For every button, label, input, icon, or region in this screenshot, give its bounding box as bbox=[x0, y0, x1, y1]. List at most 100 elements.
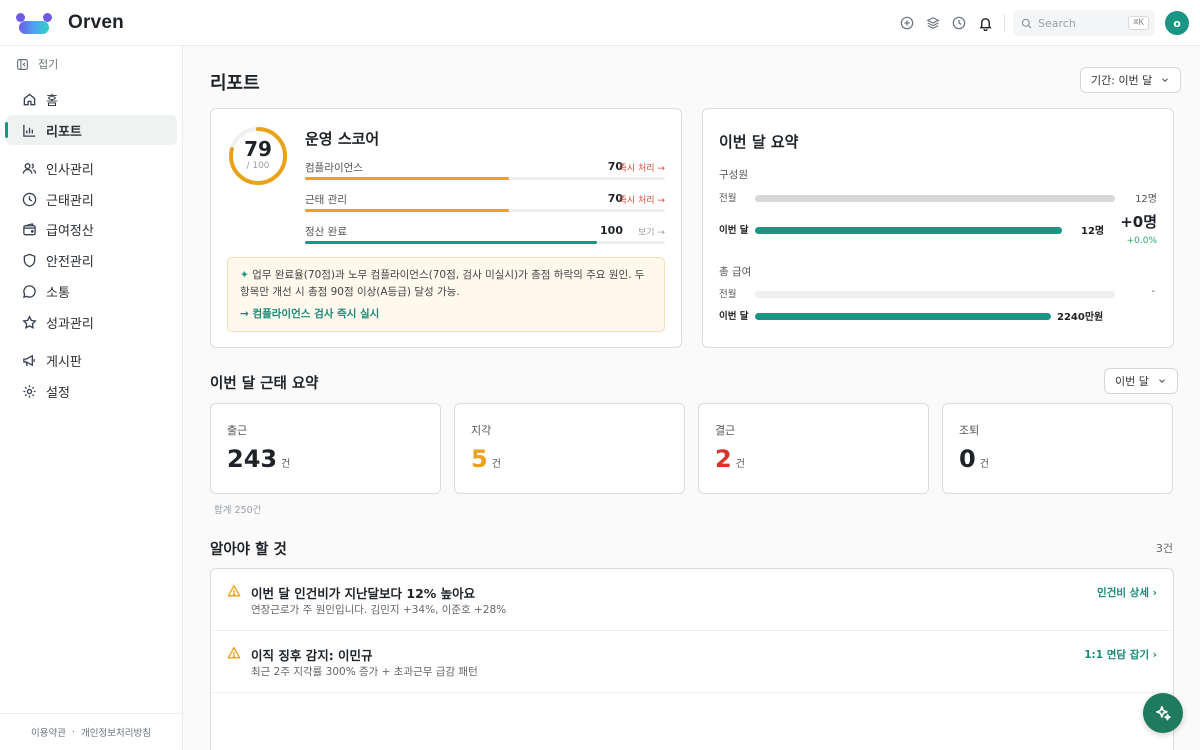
stat-card-late[interactable]: 지각 5건 bbox=[454, 403, 685, 494]
compliance-check-link[interactable]: → 컴플라이언스 검사 즉시 실시 bbox=[240, 306, 379, 321]
headcount-delta-percent: +0.0% bbox=[1126, 236, 1157, 246]
stat-label: 조퇴 bbox=[959, 424, 980, 437]
sidebar: 접기 홈 리포트 인사관리 근태관리 급여정산 안전관리 소통 성과관리 게시판… bbox=[0, 46, 183, 750]
stat-number: 5 bbox=[471, 445, 488, 473]
notice-title: 이번 달 인건비가 지난달보다 12% 높아요 bbox=[251, 586, 476, 601]
sidebar-item-label: 인사관리 bbox=[46, 162, 94, 178]
row-value: 12명 bbox=[1135, 194, 1157, 205]
payroll-prev-row: 전월 - bbox=[719, 286, 1157, 302]
users-icon bbox=[21, 160, 37, 176]
sidebar-item-label: 성과관리 bbox=[46, 316, 94, 332]
stat-unit: 건 bbox=[735, 459, 745, 470]
notices-count: 3건 bbox=[1155, 542, 1173, 555]
metric-track bbox=[305, 177, 665, 180]
row-value: 2240만원 bbox=[1057, 312, 1104, 323]
sidebar-item-reports[interactable]: 리포트 bbox=[5, 115, 177, 145]
sidebar-item-settings[interactable]: 설정 bbox=[6, 376, 177, 406]
summary-title: 이번 달 요약 bbox=[719, 133, 799, 151]
wallet-icon bbox=[21, 221, 37, 237]
stat-label: 출근 bbox=[227, 424, 248, 437]
toolbar-divider bbox=[1004, 14, 1005, 32]
row-value: 12명 bbox=[1081, 226, 1105, 237]
row-label: 전월 bbox=[719, 193, 737, 204]
stat-value: 2건 bbox=[715, 445, 745, 473]
app-name: Orven bbox=[68, 11, 124, 33]
headcount-prev-bar bbox=[755, 195, 1115, 202]
stat-card-absent[interactable]: 결근 2건 bbox=[698, 403, 929, 494]
headcount-label: 구성원 bbox=[719, 169, 748, 181]
period-select-value: 기간: 이번 달 bbox=[1091, 74, 1153, 87]
sidebar-item-board[interactable]: 게시판 bbox=[6, 345, 177, 375]
stat-unit: 건 bbox=[491, 459, 501, 470]
main-content: 리포트 기간: 이번 달 79 / 100 운영 스코어 컴플라이언스 70 즉… bbox=[184, 47, 1200, 750]
footer-separator: · bbox=[72, 726, 76, 738]
stat-value: 0건 bbox=[959, 445, 989, 473]
warning-icon bbox=[227, 647, 241, 659]
sidebar-item-label: 리포트 bbox=[46, 124, 82, 140]
notices-list: 이번 달 인건비가 지난달보다 12% 높아요 연장근로가 주 원인입니다. 김… bbox=[210, 568, 1174, 750]
bell-icon[interactable] bbox=[972, 10, 998, 36]
stat-card-early-leave[interactable]: 조퇴 0건 bbox=[942, 403, 1173, 494]
sidebar-item-home[interactable]: 홈 bbox=[6, 84, 177, 114]
search-input[interactable]: Search ⌘K bbox=[1013, 10, 1155, 36]
sidebar-item-payroll[interactable]: 급여정산 bbox=[6, 214, 177, 244]
terms-link[interactable]: 이용약관 bbox=[31, 725, 66, 739]
list-item[interactable]: 이번 달 인건비가 지난달보다 12% 높아요 연장근로가 주 원인입니다. 김… bbox=[211, 569, 1173, 631]
sidebar-item-safety[interactable]: 안전관리 bbox=[6, 245, 177, 275]
logo-mark-icon bbox=[16, 11, 52, 35]
sidebar-item-attendance[interactable]: 근태관리 bbox=[6, 184, 177, 214]
stat-number: 0 bbox=[959, 445, 976, 473]
score-insight-box: ✦ 업무 완료율(70점)과 노무 컴플라이언스(70점, 검사 미실시)가 총… bbox=[227, 257, 665, 332]
add-circle-icon[interactable] bbox=[894, 10, 920, 36]
list-item[interactable]: 이직 징후 감지: 이민규 최근 2주 지각률 300% 증가 + 초과근무 급… bbox=[211, 631, 1173, 693]
history-clock-icon[interactable] bbox=[946, 10, 972, 36]
sparkle-icon: ✦ bbox=[240, 269, 249, 281]
score-value: 79 bbox=[244, 137, 272, 161]
period-select[interactable]: 기간: 이번 달 bbox=[1080, 67, 1182, 93]
sidebar-item-performance[interactable]: 성과관리 bbox=[6, 307, 177, 337]
sidebar-item-label: 소통 bbox=[46, 285, 70, 301]
stat-number: 243 bbox=[227, 445, 278, 473]
stat-value: 243 건 bbox=[227, 445, 290, 473]
headcount-prev-row: 전월 12명 bbox=[719, 190, 1157, 206]
sidebar-collapse-button[interactable]: 접기 bbox=[16, 56, 58, 72]
notice-title: 이직 징후 감지: 이민규 bbox=[251, 648, 373, 663]
megaphone-icon bbox=[21, 352, 37, 368]
stat-card-checkin[interactable]: 출근 243 건 bbox=[210, 403, 441, 494]
sparkles-icon bbox=[1156, 706, 1171, 721]
chevron-down-icon bbox=[1157, 376, 1167, 386]
operation-score-card: 79 / 100 운영 스코어 컴플라이언스 70 즉시 처리 → 근태 관리 … bbox=[210, 108, 682, 348]
schedule-meeting-link[interactable]: 1:1 면담 잡기 › bbox=[1084, 647, 1157, 662]
row-label: 이번 달 bbox=[719, 225, 749, 236]
chevron-down-icon bbox=[1160, 75, 1170, 85]
metric-compliance: 컴플라이언스 70 즉시 처리 → bbox=[305, 160, 665, 180]
star-icon bbox=[21, 314, 37, 330]
stat-unit: 건 bbox=[979, 459, 989, 470]
stat-unit: 건 bbox=[281, 459, 291, 470]
row-value: - bbox=[1151, 286, 1155, 297]
sidebar-item-communication[interactable]: 소통 bbox=[6, 276, 177, 306]
monthly-summary-card: 이번 달 요약 구성원 전월 12명 이번 달 12명 +0명 +0.0% 총 … bbox=[702, 108, 1174, 348]
attendance-period-select[interactable]: 이번 달 bbox=[1104, 368, 1178, 394]
sidebar-item-label: 게시판 bbox=[46, 354, 82, 370]
layers-icon[interactable] bbox=[920, 10, 946, 36]
privacy-link[interactable]: 개인정보처리방침 bbox=[81, 725, 151, 739]
metric-view-link[interactable]: 보기 → bbox=[638, 225, 665, 238]
ai-assistant-button[interactable] bbox=[1143, 693, 1183, 733]
score-title: 운영 스코어 bbox=[305, 130, 380, 148]
payroll-curr-bar bbox=[755, 313, 1051, 320]
metric-track bbox=[305, 209, 665, 212]
score-max: / 100 bbox=[246, 161, 270, 171]
sidebar-item-label: 설정 bbox=[46, 385, 70, 401]
metric-action-link[interactable]: 즉시 처리 → bbox=[619, 161, 665, 174]
metric-action-link[interactable]: 즉시 처리 → bbox=[619, 193, 665, 206]
stat-number: 2 bbox=[715, 445, 732, 473]
sidebar-collapse-icon bbox=[17, 58, 28, 70]
sidebar-item-hr[interactable]: 인사관리 bbox=[6, 153, 177, 183]
notice-description: 최근 2주 지각률 300% 증가 + 초과근무 급감 패턴 bbox=[251, 666, 478, 678]
labor-cost-detail-link[interactable]: 인건비 상세 › bbox=[1097, 585, 1157, 600]
stat-label: 지각 bbox=[471, 424, 492, 437]
app-logo[interactable]: Orven bbox=[16, 11, 124, 35]
avatar[interactable]: o bbox=[1165, 11, 1189, 35]
shield-icon bbox=[21, 252, 37, 268]
